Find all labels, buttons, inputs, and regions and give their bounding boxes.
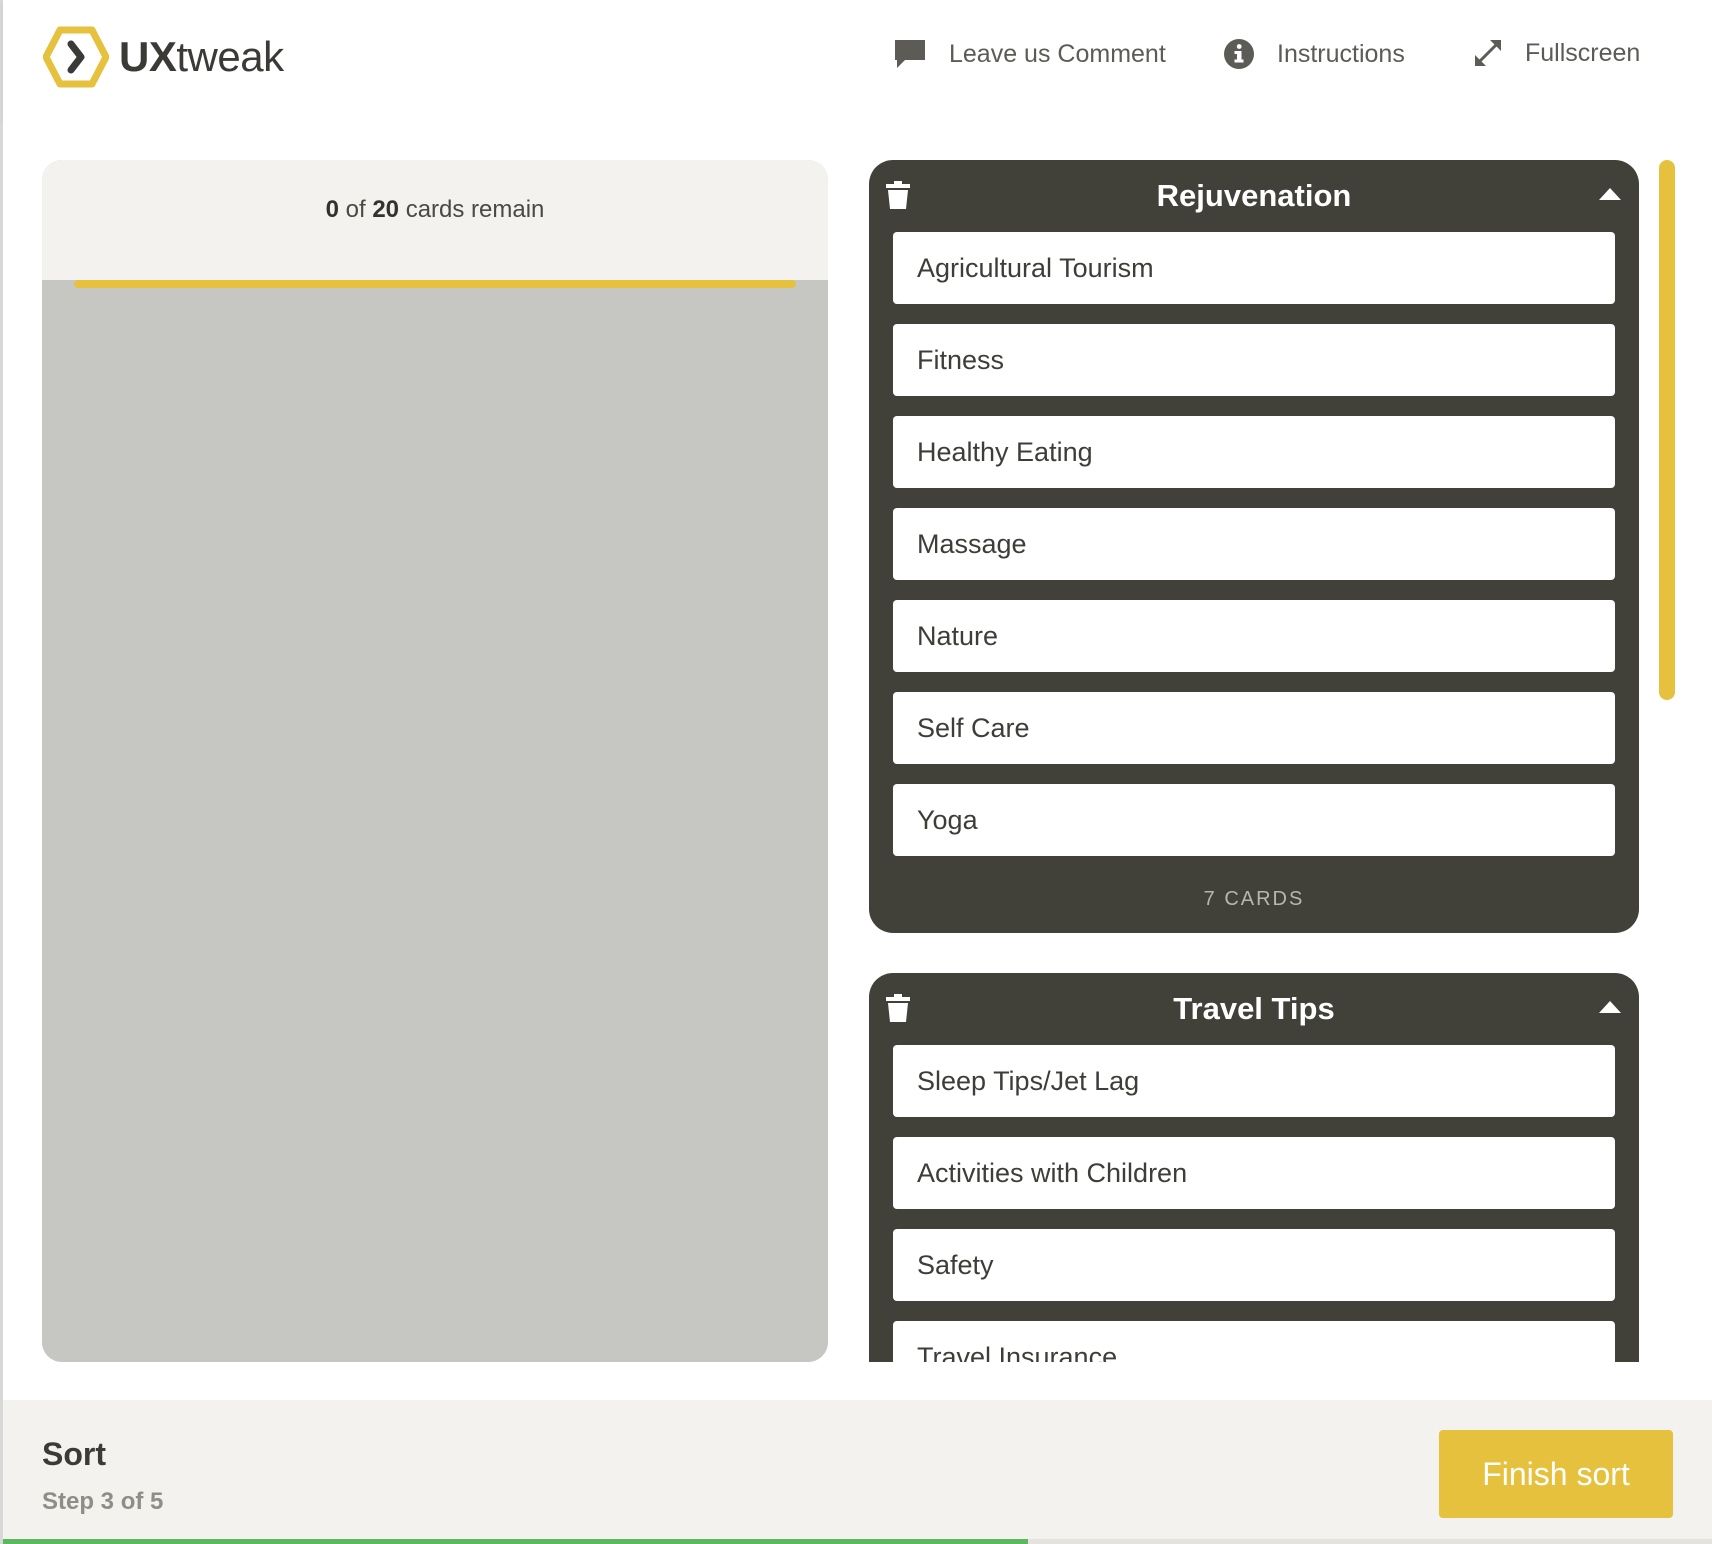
categories-column[interactable]: Rejuvenation Agricultural Tourism Fitnes… xyxy=(869,160,1639,1362)
uxtweak-logo[interactable]: UXtweak xyxy=(43,26,284,88)
fullscreen-link[interactable]: Fullscreen xyxy=(1473,38,1640,68)
sorted-card[interactable]: Fitness xyxy=(893,324,1615,396)
sorted-card[interactable]: Travel Insurance xyxy=(893,1321,1615,1362)
leave-comment-link[interactable]: Leave us Comment xyxy=(893,38,1166,70)
category-rejuvenation[interactable]: Rejuvenation Agricultural Tourism Fitnes… xyxy=(869,160,1639,933)
unsorted-card-pile[interactable]: 0 of 20 cards remain xyxy=(42,160,828,1362)
expand-arrows-icon xyxy=(1473,38,1503,68)
empty-pile-area xyxy=(42,320,828,1362)
cards-remaining-progress-bar xyxy=(74,280,796,288)
sorted-card[interactable]: Yoga xyxy=(893,784,1615,856)
sorted-card[interactable]: Massage xyxy=(893,508,1615,580)
category-title[interactable]: Travel Tips xyxy=(1173,991,1334,1027)
speech-bubble-icon xyxy=(893,38,927,70)
trash-icon[interactable] xyxy=(885,180,911,215)
categories-scrollbar[interactable] xyxy=(1659,160,1675,700)
cards-remaining-count: 0 xyxy=(325,196,339,223)
sorted-card[interactable]: Healthy Eating xyxy=(893,416,1615,488)
study-progress-bar xyxy=(3,1539,1029,1544)
task-footer: Sort Step 3 of 5 Finish sort xyxy=(3,1400,1712,1544)
sorted-card[interactable]: Safety xyxy=(893,1229,1615,1301)
sorted-card[interactable]: Activities with Children xyxy=(893,1137,1615,1209)
info-icon xyxy=(1223,38,1255,70)
finish-sort-button[interactable]: Finish sort xyxy=(1439,1430,1673,1518)
instructions-label: Instructions xyxy=(1277,39,1405,68)
leave-comment-label: Leave us Comment xyxy=(949,39,1166,68)
category-title[interactable]: Rejuvenation xyxy=(1157,178,1352,214)
hexagon-chevron-icon xyxy=(43,26,109,88)
app-header: UXtweak Leave us Comment Instructions Fu… xyxy=(3,0,1712,120)
cards-remaining-status: 0 of 20 cards remain xyxy=(42,160,828,280)
caret-up-icon[interactable] xyxy=(1599,188,1621,200)
instructions-link[interactable]: Instructions xyxy=(1223,38,1405,70)
cards-total-count: 20 xyxy=(372,196,400,223)
caret-up-icon[interactable] xyxy=(1599,1001,1621,1013)
category-header: Rejuvenation xyxy=(886,160,1621,232)
sorted-card[interactable]: Sleep Tips/Jet Lag xyxy=(893,1045,1615,1117)
sorted-card[interactable]: Self Care xyxy=(893,692,1615,764)
card-sort-workspace: 0 of 20 cards remain Rejuvenation Agricu… xyxy=(3,120,1712,1400)
logo-text: UXtweak xyxy=(119,33,284,80)
category-travel-tips[interactable]: Travel Tips Sleep Tips/Jet Lag Activitie… xyxy=(869,973,1639,1362)
task-title: Sort xyxy=(42,1436,106,1472)
sorted-card[interactable]: Nature xyxy=(893,600,1615,672)
category-card-count: 7 CARDS xyxy=(1203,888,1305,910)
fullscreen-label: Fullscreen xyxy=(1525,38,1641,67)
category-header: Travel Tips xyxy=(886,973,1621,1045)
trash-icon[interactable] xyxy=(885,993,911,1028)
sorted-card[interactable]: Agricultural Tourism xyxy=(893,232,1615,304)
step-indicator: Step 3 of 5 xyxy=(42,1488,164,1515)
